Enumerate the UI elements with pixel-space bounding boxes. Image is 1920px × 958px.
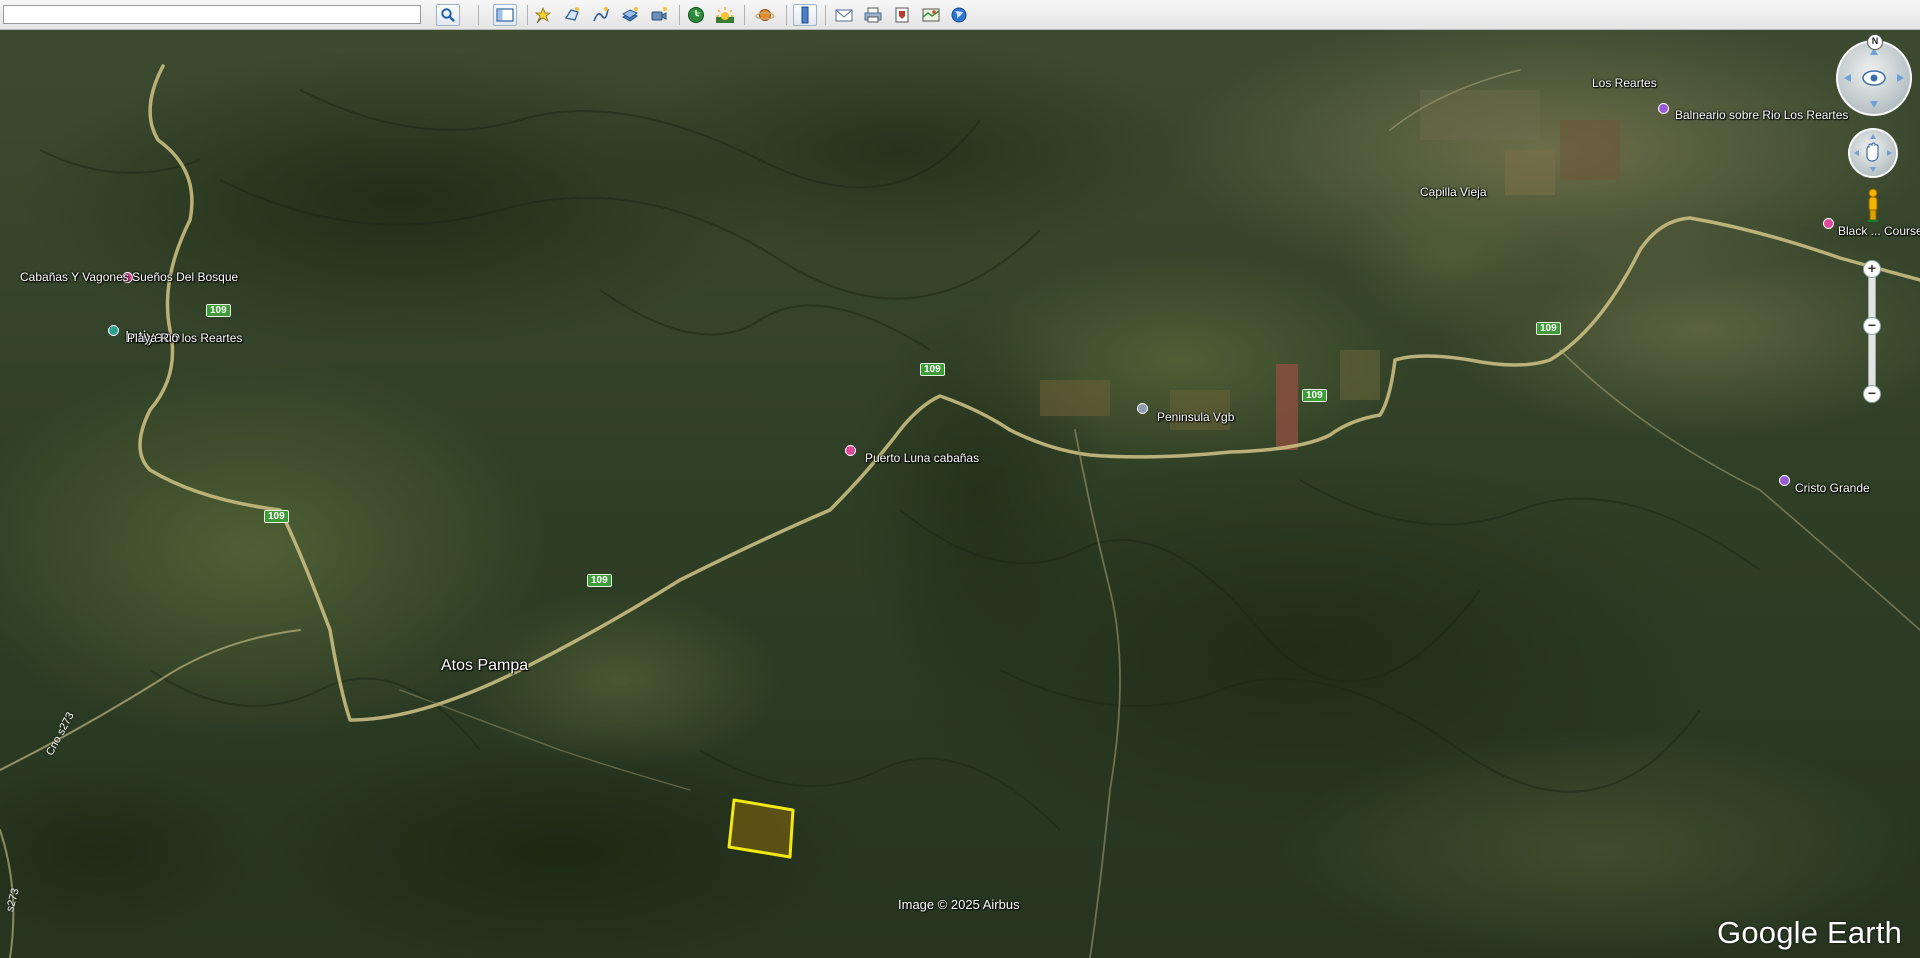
sidebar-toggle-button[interactable] — [493, 4, 517, 26]
record-tour-icon — [651, 7, 667, 21]
add-polygon-button[interactable] — [560, 4, 584, 26]
view-in-maps-button[interactable] — [919, 4, 943, 26]
google-earth-logo: Google Earth — [1717, 915, 1903, 950]
pushpin-icon — [534, 6, 552, 24]
pegman-icon — [1867, 188, 1879, 223]
look-control[interactable] — [1836, 40, 1912, 116]
sun-icon — [716, 7, 734, 23]
add-path-button[interactable] — [589, 4, 613, 26]
poi-balneario-rio-los-reartes-pin-icon[interactable] — [1658, 103, 1669, 114]
print-button[interactable] — [861, 4, 885, 26]
route-109-shield: 109 — [920, 363, 945, 376]
poi-peninsula-vgb-pin-icon[interactable] — [1137, 403, 1148, 414]
poi-cabanas-suenos-del-bosque-label[interactable]: Cabañas Y Vagones Sueños Del Bosque — [20, 270, 238, 284]
place-los-reartes[interactable]: Los Reartes — [1592, 76, 1657, 90]
clock-globe-icon — [688, 7, 704, 23]
save-image-button[interactable] — [890, 4, 914, 26]
sunlight-button[interactable] — [713, 4, 737, 26]
polygon-icon — [565, 7, 579, 21]
hand-icon — [1854, 134, 1892, 172]
poi-cristo-grande-pin-icon[interactable] — [1779, 475, 1790, 486]
toolbar-separator — [527, 5, 528, 25]
search-input[interactable] — [3, 5, 421, 24]
poi-puerto-luna-cabanas-pin-icon[interactable] — [845, 445, 856, 456]
route-109-shield: 109 — [587, 574, 612, 587]
poi-black-course-pin-icon[interactable] — [1823, 218, 1834, 229]
poi-puerto-luna-cabanas-label[interactable]: Puerto Luna cabañas — [865, 451, 979, 465]
email-button[interactable] — [832, 4, 856, 26]
poi-playa-rio-los-reartes-label[interactable]: Playa Rio los Reartes — [127, 331, 242, 345]
toolbar-separator — [478, 5, 479, 25]
ruler-button[interactable] — [793, 4, 817, 26]
zoom-slider-thumb[interactable]: − — [1863, 317, 1881, 335]
imagery-attribution: Image © 2025 Airbus — [898, 897, 1020, 912]
planet-icon — [755, 9, 775, 21]
save-image-icon — [895, 7, 909, 23]
magnifier-icon — [441, 8, 455, 22]
poi-black-course-label[interactable]: Black ... Course — [1838, 224, 1920, 238]
satellite-imagery — [0, 30, 1920, 958]
toolbar — [0, 0, 1920, 30]
add-image-overlay-button[interactable] — [618, 4, 642, 26]
image-overlay-icon — [621, 7, 639, 22]
envelope-icon — [835, 9, 853, 22]
zoom-in-button[interactable]: + — [1863, 260, 1881, 278]
north-indicator[interactable]: N — [1867, 34, 1883, 50]
add-placemark-button[interactable] — [531, 4, 555, 26]
polygon-placemark[interactable] — [727, 798, 795, 859]
poi-playa-rio-los-reartes-pin-icon[interactable] — [108, 325, 119, 336]
toolbar-separator — [825, 5, 826, 25]
map-icon — [922, 8, 940, 22]
eye-icon — [1844, 48, 1904, 108]
route-109-shield: 109 — [206, 304, 231, 317]
globe-icon — [951, 7, 967, 23]
poi-cristo-grande-label[interactable]: Cristo Grande — [1795, 481, 1870, 495]
zoom-out-button[interactable]: − — [1863, 385, 1881, 403]
path-icon — [593, 7, 609, 22]
route-109-shield: 109 — [1302, 389, 1327, 402]
switch-planet-button[interactable] — [753, 4, 777, 26]
route-109-shield: 109 — [1536, 322, 1561, 335]
map-view[interactable]: 109 109 109 109 109 109 Cno s273 s273 Los Rea… — [0, 30, 1920, 958]
poi-peninsula-vgb-label[interactable]: Peninsula Vgb — [1157, 410, 1234, 424]
toolbar-separator — [679, 5, 680, 25]
search-button[interactable] — [436, 4, 460, 26]
sidebar-icon — [496, 8, 514, 22]
place-atos-pampa[interactable]: Atos Pampa — [441, 657, 528, 675]
ruler-icon — [801, 6, 809, 24]
street-view-pegman[interactable] — [1866, 188, 1880, 223]
toolbar-separator — [786, 5, 787, 25]
place-capilla-vieja[interactable]: Capilla Vieja — [1420, 185, 1487, 199]
poi-balneario-rio-los-reartes-label[interactable]: Balneario sobre Rio Los Reartes — [1675, 108, 1848, 122]
printer-icon — [864, 7, 882, 23]
route-109-shield: 109 — [264, 510, 289, 523]
toolbar-separator — [744, 5, 745, 25]
historical-imagery-button[interactable] — [684, 4, 708, 26]
record-tour-button[interactable] — [647, 4, 671, 26]
earth-gallery-button[interactable] — [947, 4, 971, 26]
move-control[interactable] — [1848, 128, 1898, 178]
